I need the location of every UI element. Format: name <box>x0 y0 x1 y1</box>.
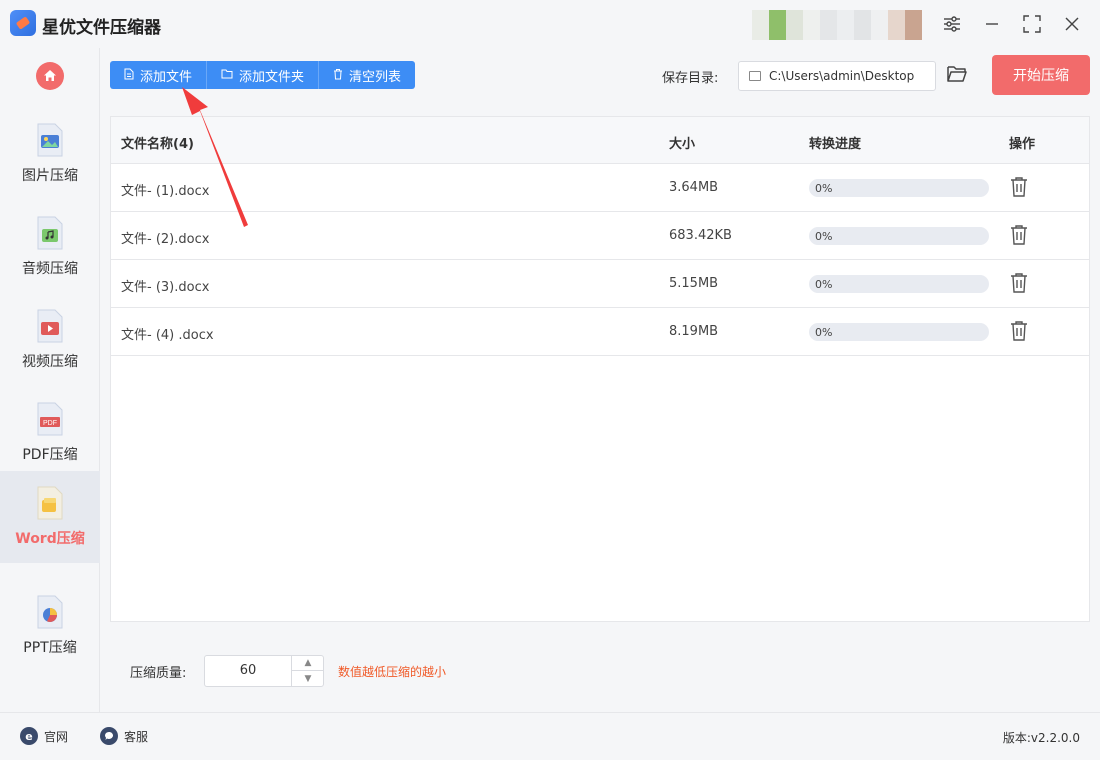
support-link[interactable]: 客服 <box>100 727 148 745</box>
header-progress: 转换进度 <box>809 137 862 152</box>
table-row[interactable]: 文件- (3).docx 5.15MB 0% <box>111 260 1089 308</box>
website-link[interactable]: e 官网 <box>20 727 68 745</box>
title-bar: 星优文件压缩器 <box>0 0 1100 48</box>
image-file-icon <box>35 123 65 157</box>
browse-folder-icon[interactable] <box>946 64 968 86</box>
app-logo-icon <box>10 10 36 36</box>
chat-icon <box>100 727 118 745</box>
quality-label: 压缩质量: <box>130 666 187 681</box>
svg-text:PDF: PDF <box>43 420 57 427</box>
folder-outline-icon <box>749 71 761 81</box>
file-size: 3.64MB <box>669 180 719 195</box>
progress-bar: 0% <box>809 323 989 341</box>
file-size: 5.15MB <box>669 276 719 291</box>
file-name: 文件- (1).docx <box>121 184 210 199</box>
sidebar-item-video[interactable]: 视频压缩 <box>0 294 100 386</box>
table-header: 文件名称(4) 大小 转换进度 操作 <box>111 117 1089 164</box>
delete-row-icon[interactable] <box>1009 272 1029 294</box>
sidebar-item-image[interactable]: 图片压缩 <box>0 108 100 200</box>
save-dir-label: 保存目录: <box>662 71 719 86</box>
folder-icon <box>221 69 233 82</box>
home-icon[interactable] <box>36 62 64 90</box>
delete-row-icon[interactable] <box>1009 224 1029 246</box>
file-name: 文件- (3).docx <box>121 280 210 295</box>
delete-row-icon[interactable] <box>1009 176 1029 198</box>
app-title: 星优文件压缩器 <box>42 18 161 38</box>
delete-row-icon[interactable] <box>1009 320 1029 342</box>
user-avatar[interactable] <box>752 10 922 40</box>
progress-bar: 0% <box>809 275 989 293</box>
start-compress-button[interactable]: 开始压缩 <box>992 55 1090 95</box>
video-file-icon <box>35 309 65 343</box>
table-row[interactable]: 文件- (1).docx 3.64MB 0% <box>111 164 1089 212</box>
clear-list-button[interactable]: 清空列表 <box>319 61 415 89</box>
audio-file-icon <box>35 216 65 250</box>
footer: e 官网 客服 版本:v2.2.0.0 <box>0 712 1100 760</box>
file-size: 8.19MB <box>669 324 719 339</box>
quality-stepper[interactable]: 60 ▲ ▼ <box>204 655 324 687</box>
sidebar-item-word[interactable]: Word压缩 <box>0 471 100 563</box>
table-row[interactable]: 文件- (4) .docx 8.19MB 0% <box>111 308 1089 356</box>
table-row[interactable]: 文件- (2).docx 683.42KB 0% <box>111 212 1089 260</box>
close-icon[interactable] <box>1060 12 1084 36</box>
minimize-icon[interactable] <box>980 12 1004 36</box>
word-file-icon <box>35 486 65 520</box>
sidebar-item-pdf[interactable]: PDF PDF压缩 <box>0 387 100 479</box>
header-action: 操作 <box>1009 137 1036 152</box>
add-file-button[interactable]: 添加文件 <box>110 61 208 89</box>
header-size: 大小 <box>669 137 696 152</box>
header-name: 文件名称(4) <box>121 137 194 152</box>
quality-hint: 数值越低压缩的越小 <box>338 665 447 679</box>
save-dir-input[interactable]: C:\Users\admin\Desktop <box>738 61 936 91</box>
compress-settings: 压缩质量: 60 ▲ ▼ 数值越低压缩的越小 <box>110 632 1090 712</box>
version-label: 版本:v2.2.0.0 <box>1002 731 1080 745</box>
sidebar-item-audio[interactable]: 音频压缩 <box>0 201 100 293</box>
trash-icon <box>333 68 343 83</box>
file-size: 683.42KB <box>669 228 732 243</box>
chevron-up-icon[interactable]: ▲ <box>291 656 324 671</box>
sidebar: 图片压缩 音频压缩 视频压缩 PDF PDF压缩 Word压缩 PPT压缩 <box>0 48 100 712</box>
file-name: 文件- (2).docx <box>121 232 210 247</box>
sidebar-item-ppt[interactable]: PPT压缩 <box>0 580 100 672</box>
progress-bar: 0% <box>809 227 989 245</box>
add-folder-button[interactable]: 添加文件夹 <box>207 61 320 89</box>
chevron-down-icon[interactable]: ▼ <box>291 671 324 686</box>
pdf-file-icon: PDF <box>35 402 65 436</box>
browser-icon: e <box>20 727 38 745</box>
file-name: 文件- (4) .docx <box>121 328 214 343</box>
sliders-icon[interactable] <box>940 12 964 36</box>
file-icon <box>124 68 134 83</box>
progress-bar: 0% <box>809 179 989 197</box>
ppt-file-icon <box>35 595 65 629</box>
file-table: 文件名称(4) 大小 转换进度 操作 文件- (1).docx 3.64MB 0… <box>110 116 1090 622</box>
quality-input[interactable]: 60 <box>205 663 291 678</box>
file-button-group: 添加文件 添加文件夹 清空列表 <box>110 61 416 89</box>
maximize-icon[interactable] <box>1020 12 1044 36</box>
